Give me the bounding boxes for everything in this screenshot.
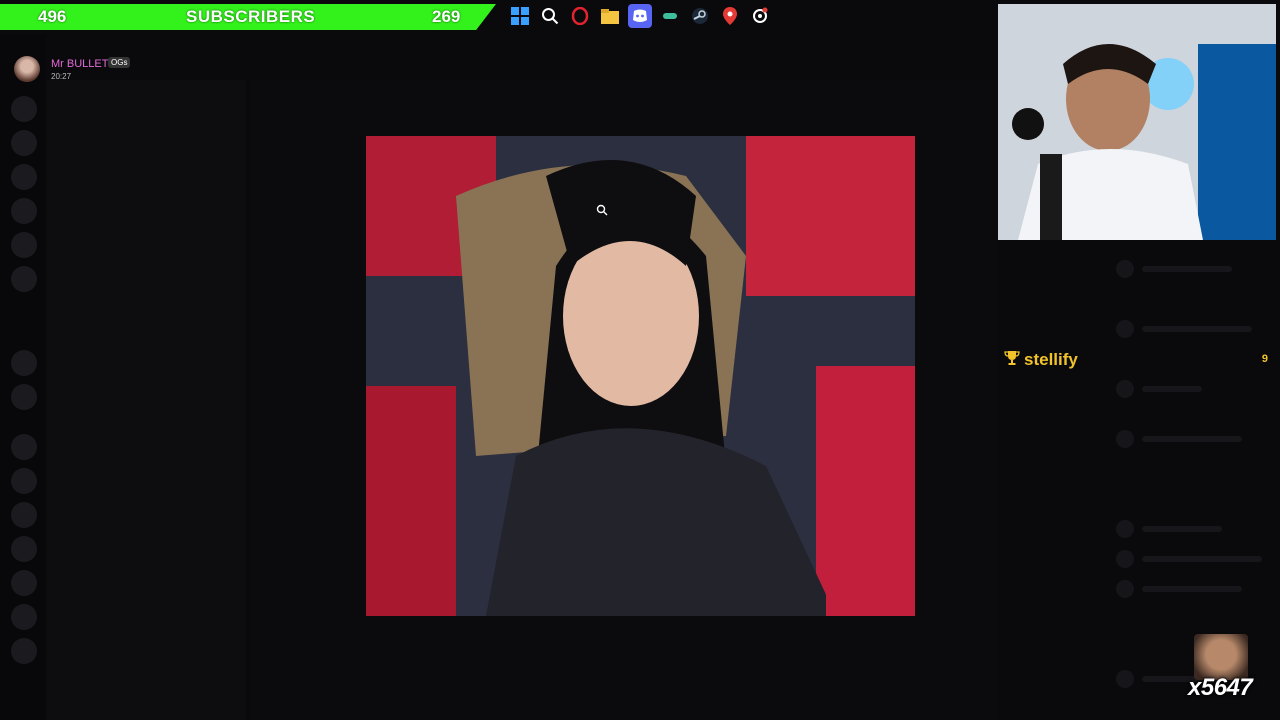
- chat-avatar: [1116, 580, 1134, 598]
- discord-message: Mr BULLET OGs 20:27: [14, 54, 314, 84]
- steam-icon[interactable]: [688, 4, 712, 28]
- windows-start-icon[interactable]: [508, 4, 532, 28]
- chat-avatar: [1116, 520, 1134, 538]
- streamer-illustration: [998, 4, 1276, 240]
- webcam-feed: [998, 4, 1276, 240]
- taskbar: [508, 4, 772, 28]
- file-explorer-icon[interactable]: [598, 4, 622, 28]
- chat-line: [1142, 436, 1242, 442]
- server-icon[interactable]: [11, 570, 37, 596]
- subscriber-count: 496: [38, 7, 67, 26]
- server-icon[interactable]: [11, 536, 37, 562]
- server-icon[interactable]: [11, 350, 37, 376]
- server-icon[interactable]: [11, 502, 37, 528]
- server-icon[interactable]: [11, 198, 37, 224]
- chat-avatar: [1116, 550, 1134, 568]
- chat-line: [1142, 266, 1232, 272]
- server-icon[interactable]: [11, 604, 37, 630]
- server-icon[interactable]: [11, 232, 37, 258]
- chat-line: [1142, 526, 1222, 532]
- chat-avatar: [1116, 380, 1134, 398]
- chat-avatar: [1116, 670, 1134, 688]
- server-icon[interactable]: [11, 266, 37, 292]
- chat-avatar: [1116, 260, 1134, 278]
- opera-icon[interactable]: [568, 4, 592, 28]
- discord-channel-list: [46, 80, 246, 720]
- role-badge: OGs: [108, 57, 131, 68]
- discord-icon[interactable]: [628, 4, 652, 28]
- server-icon[interactable]: [11, 96, 37, 122]
- settings-icon[interactable]: [748, 4, 772, 28]
- chat-line: [1142, 386, 1202, 392]
- search-icon[interactable]: [538, 4, 562, 28]
- trophy-icon: [1004, 350, 1020, 371]
- stellify-name: stellify: [1024, 350, 1078, 369]
- server-icon[interactable]: [11, 434, 37, 460]
- chat-line: [1142, 556, 1262, 562]
- subscriber-remaining: 269: [432, 7, 461, 26]
- server-icon[interactable]: [11, 638, 37, 664]
- chat-avatar: [1116, 320, 1134, 338]
- subscriber-label: SUBSCRIBERS: [186, 7, 316, 26]
- message-timestamp: 20:27: [51, 72, 72, 81]
- image-viewer[interactable]: [366, 136, 915, 616]
- server-icon[interactable]: [11, 384, 37, 410]
- subscriber-goal-banner: 496 SUBSCRIBERS 269: [0, 4, 496, 30]
- chat-line: [1142, 586, 1242, 592]
- chat-line: [1142, 326, 1252, 332]
- maps-pin-icon[interactable]: [718, 4, 742, 28]
- photo-illustration: [366, 136, 915, 616]
- emote-label: x5647: [1188, 674, 1253, 701]
- zoom-cursor-icon: [596, 204, 608, 219]
- discord-server-sidebar: [0, 34, 46, 720]
- avatar[interactable]: [14, 56, 40, 82]
- server-icon[interactable]: [11, 130, 37, 156]
- message-author[interactable]: Mr BULLET: [51, 58, 108, 70]
- server-icon[interactable]: [11, 468, 37, 494]
- app-icon[interactable]: [658, 4, 682, 28]
- chat-avatar: [1116, 430, 1134, 448]
- server-icon[interactable]: [11, 164, 37, 190]
